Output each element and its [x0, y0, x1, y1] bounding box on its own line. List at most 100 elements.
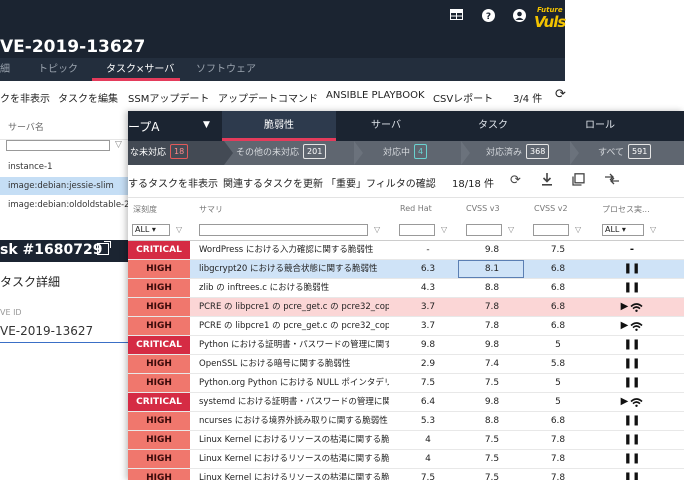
check-important-filter-button[interactable]: 「重要」フィルタの確認 [326, 175, 436, 190]
col-redhat[interactable]: Red Hat [400, 204, 432, 213]
summary-cell[interactable]: Linux Kernel におけるリソースの枯渇に関する脆弱性 [199, 469, 389, 480]
refresh-icon[interactable]: ⟳ [510, 173, 521, 188]
redhat-filter-input[interactable] [399, 224, 435, 236]
hide-task-button[interactable]: クを非表示 [0, 90, 50, 105]
summary-cell[interactable]: Python における証明書・パスワードの管理に関する脆 [199, 336, 389, 354]
summary-cell[interactable]: PCRE の libpcre1 の pcre_get.c の pcre32_co… [199, 298, 389, 316]
table-row[interactable]: CRITICAL systemd における証明書・パスワードの管理に関する脆 6.4… [128, 393, 684, 412]
tab-role[interactable]: ロール [550, 111, 650, 141]
ansible-playbook-button[interactable]: ANSIBLE PLAYBOOK [326, 90, 425, 101]
summary-filter-input[interactable] [199, 224, 368, 236]
col-cvss2[interactable]: CVSS v2 [534, 204, 568, 213]
col-summary[interactable]: サマリ [199, 204, 223, 215]
external-link-icon[interactable] [97, 241, 111, 255]
copy-icon[interactable] [572, 173, 585, 190]
severity-badge: HIGH [128, 317, 190, 335]
cvss3-filter-input[interactable] [466, 224, 502, 236]
table-row[interactable]: HIGH Linux Kernel におけるリソースの枯渇に関する脆弱性 4 7.5 7… [128, 431, 684, 450]
ssm-update-button[interactable]: SSMアップデート [128, 90, 209, 105]
collapse-icon[interactable] [604, 173, 620, 189]
severity-filter-select[interactable]: ALL ▾ [132, 224, 170, 236]
server-row[interactable]: instance-1 [0, 158, 130, 176]
refresh-icon[interactable]: ⟳ [555, 87, 566, 102]
download-icon[interactable] [541, 173, 553, 190]
cvss2-filter-input[interactable] [533, 224, 569, 236]
caret-down-icon[interactable]: ▼ [203, 120, 210, 130]
tab-software[interactable]: ソフトウェア [196, 58, 256, 81]
col-severity[interactable]: 深刻度 [133, 204, 157, 215]
process-status-indicator: ❚❚ [608, 412, 656, 430]
tab-vulnerability[interactable]: 脆弱性 [222, 111, 336, 141]
tab-server[interactable]: サーバ [336, 111, 436, 141]
server-row[interactable]: image:debian:oldoldstable-201911 [0, 196, 130, 214]
status-all[interactable]: すべて 591 [598, 141, 652, 165]
col-process[interactable]: プロセス実... [602, 204, 650, 215]
table-row[interactable]: HIGH Python.org Python における NULL ポインタデリファ… [128, 374, 684, 393]
summary-cell[interactable]: zlib の inftrees.c における脆弱性 [199, 279, 389, 297]
table-row[interactable]: HIGH OpenSSL における暗号に関する脆弱性 2.9 7.4 5.8 ❚❚ [128, 355, 684, 374]
table-row[interactable]: CRITICAL Python における証明書・パスワードの管理に関する脆 9.8 9… [128, 336, 684, 355]
redhat-score-cell: 9.8 [420, 340, 436, 350]
help-icon[interactable]: ? [480, 9, 496, 25]
server-name-column[interactable]: サーバ名 [8, 120, 44, 133]
table-row[interactable]: HIGH libgcrypt20 における競合状態に関する脆弱性 6.3 8.1 6.8… [128, 260, 684, 279]
redhat-score-cell: 6.4 [420, 397, 436, 407]
table-row[interactable]: HIGH Linux Kernel におけるリソースの枯渇に関する脆弱性 4 7.5 7… [128, 450, 684, 469]
table-row[interactable]: HIGH Linux Kernel におけるリソースの枯渇に関する脆弱性 7.5 7.… [128, 469, 684, 480]
filter-row: ALL ▾ ▽ ▽ ▽ ▽ ▽ ALL ▾ ▽ [128, 220, 684, 241]
severity-badge: CRITICAL [128, 393, 190, 411]
status-label: 対応中 [383, 148, 411, 158]
status-label: すべて [598, 148, 625, 158]
summary-cell[interactable]: ncurses における境界外読み取りに関する脆弱性 [199, 412, 389, 430]
summary-cell[interactable]: systemd における証明書・パスワードの管理に関する脆 [199, 393, 389, 411]
summary-cell[interactable]: Linux Kernel におけるリソースの枯渇に関する脆弱性 [199, 431, 389, 449]
csv-report-button[interactable]: CSVレポート [433, 90, 493, 105]
cvss2-score-cell: 6.8 [550, 264, 566, 274]
filter-icon[interactable]: ▽ [115, 140, 122, 150]
table-row[interactable]: HIGH zlib の inftrees.c における脆弱性 4.3 8.8 6.8 ❚❚ [128, 279, 684, 298]
col-cvss3[interactable]: CVSS v3 [466, 204, 500, 213]
edit-task-button[interactable]: タスクを編集 [58, 90, 118, 105]
status-important-unresolved[interactable]: な未対応 18 [128, 141, 224, 165]
summary-cell[interactable]: PCRE の libpcre1 の pcre_get.c の pcre32_co… [199, 317, 389, 335]
update-related-tasks-button[interactable]: 関連するタスクを更新 [223, 175, 323, 190]
tab-task[interactable]: タスク [436, 111, 550, 141]
summary-cell[interactable]: WordPress における入力確認に関する脆弱性 [199, 241, 389, 259]
tab-topic[interactable]: トピック [38, 58, 78, 81]
table-row[interactable]: HIGH PCRE の libpcre1 の pcre_get.c の pcre3… [128, 298, 684, 317]
summary-cell[interactable]: Linux Kernel におけるリソースの枯渇に関する脆弱性 [199, 450, 389, 468]
filter-icon[interactable]: ▽ [650, 225, 656, 234]
process-filter-select[interactable]: ALL ▾ [602, 224, 644, 236]
cvss2-score-cell: 7.8 [550, 454, 566, 464]
filter-icon[interactable]: ▽ [374, 225, 380, 234]
result-count: 3/4 件 [513, 94, 543, 105]
status-label: その他の未対応 [236, 148, 300, 158]
hide-task-button[interactable]: するタスクを非表示 [128, 175, 218, 190]
status-other-unresolved[interactable]: その他の未対応 201 [236, 141, 327, 165]
status-in-progress[interactable]: 対応中 4 [383, 141, 428, 165]
table-row[interactable]: HIGH PCRE の libpcre1 の pcre_get.c の pcre3… [128, 317, 684, 336]
server-row-selected[interactable]: image:debian:jessie-slim [0, 177, 130, 195]
pause-icon: ❚❚ [623, 358, 641, 369]
server-filter-input[interactable] [6, 140, 110, 151]
severity-badge: HIGH [128, 279, 190, 297]
process-status-indicator: ❚❚ [608, 450, 656, 468]
user-icon[interactable] [511, 9, 527, 25]
table-icon[interactable] [448, 9, 464, 25]
summary-cell[interactable]: OpenSSL における暗号に関する脆弱性 [199, 355, 389, 373]
update-command-button[interactable]: アップデートコマンド [218, 90, 318, 105]
filter-icon[interactable]: ▽ [575, 225, 581, 234]
summary-cell[interactable]: libgcrypt20 における競合状態に関する脆弱性 [199, 260, 389, 278]
tab-detail[interactable]: 細 [0, 58, 10, 81]
table-row[interactable]: HIGH ncurses における境界外読み取りに関する脆弱性 5.3 8.8 6.8 ❚… [128, 412, 684, 431]
filter-icon[interactable]: ▽ [441, 225, 447, 234]
status-label: 対応済み [486, 148, 523, 158]
filter-icon[interactable]: ▽ [176, 225, 182, 234]
cvss2-score-cell: 7.8 [550, 435, 566, 445]
group-selector[interactable]: ープA [128, 118, 160, 135]
summary-cell[interactable]: Python.org Python における NULL ポインタデリファレ [199, 374, 389, 392]
table-row[interactable]: CRITICAL WordPress における入力確認に関する脆弱性 - 9.8 7.5… [128, 241, 684, 260]
filter-icon[interactable]: ▽ [508, 225, 514, 234]
status-resolved[interactable]: 対応済み 368 [486, 141, 550, 165]
cvss3-score-cell: 7.4 [484, 359, 500, 369]
